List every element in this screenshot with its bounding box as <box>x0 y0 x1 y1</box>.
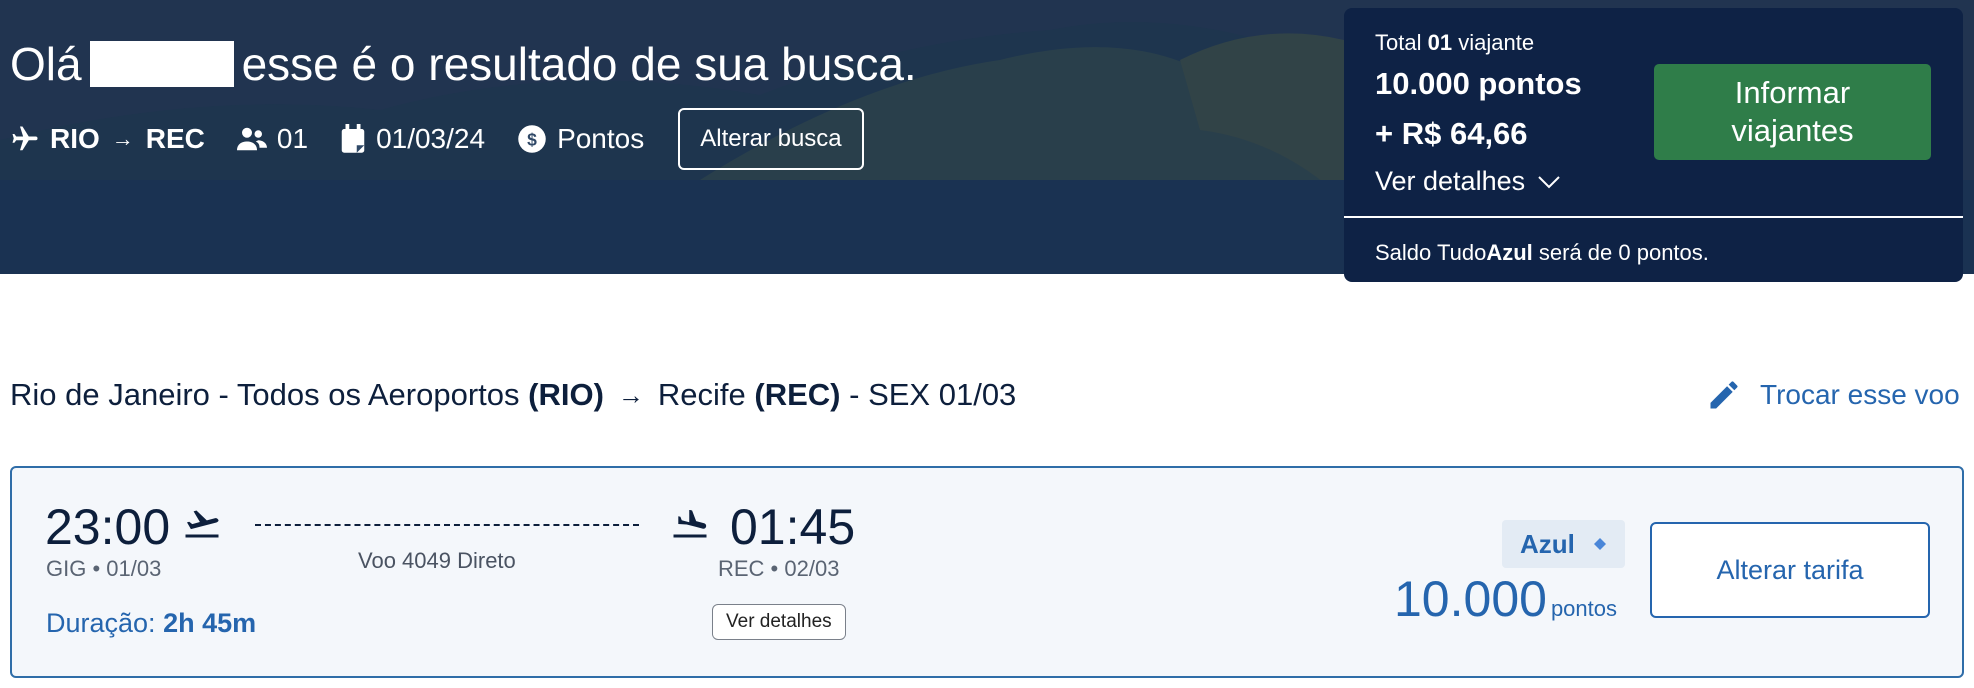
total-points: 10.000 pontos <box>1375 66 1582 101</box>
origin-code: RIO <box>50 123 100 154</box>
flight-duration: Duração: 2h 45m <box>46 608 256 639</box>
dollar-coin-icon: $ <box>518 125 546 153</box>
takeoff-icon <box>185 510 219 538</box>
arrival-info: REC • 02/03 <box>718 556 840 581</box>
payment-chip: $ Pontos <box>517 123 644 155</box>
saldo-brand: Azul <box>1486 240 1533 265</box>
users-icon <box>236 127 267 151</box>
flight-path-line <box>255 524 639 526</box>
fare-brand-badge: Azul <box>1502 520 1625 568</box>
flight-card: 23:00 GIG • 01/03 Voo 4049 Direto 01:45 … <box>10 466 1964 678</box>
pencil-icon <box>1710 381 1738 409</box>
saldo-suffix: será de 0 pontos. <box>1538 240 1709 265</box>
payment-type: Pontos <box>557 123 645 154</box>
flight-number: Voo 4049 Direto <box>358 548 516 573</box>
arrow-right-icon: → <box>617 379 644 410</box>
price-unit: pontos <box>1550 596 1617 621</box>
swap-flight-link[interactable]: Trocar esse voo <box>1706 372 1960 418</box>
cta-label-line2: viajantes <box>1731 113 1854 148</box>
calendar-icon <box>341 124 365 153</box>
greeting-suffix: esse é o resultado de sua busca. <box>241 38 917 90</box>
booking-summary-panel: Total 01 viajante 10.000 pontos + R$ 64,… <box>1344 8 1963 282</box>
total-money: + R$ 64,66 <box>1375 116 1528 151</box>
saldo-prefix: Saldo Tudo <box>1375 240 1487 265</box>
greeting-heading: Olá esse é o resultado de sua busca. <box>10 36 917 92</box>
plane-icon <box>12 126 38 151</box>
route-destination-code: (REC) <box>754 377 841 412</box>
departure-time: 23:00 <box>45 499 171 555</box>
duration-label: Duração: <box>46 608 156 638</box>
swap-flight-label: Trocar esse voo <box>1760 379 1960 410</box>
total-unit: viajante <box>1458 30 1535 55</box>
alter-search-button[interactable]: Alterar busca <box>678 108 864 170</box>
total-travelers: Total 01 viajante <box>1375 30 1534 56</box>
route-chip: RIO → REC <box>10 123 205 155</box>
passenger-count: 01 <box>276 123 309 154</box>
arrival-time: 01:45 <box>730 499 856 555</box>
search-summary: RIO → REC 01 01/03/24 $ Pontos Alterar b… <box>10 108 864 170</box>
route-origin-code: (RIO) <box>528 377 604 412</box>
panel-details-toggle[interactable]: Ver detalhes <box>1375 166 1561 197</box>
inform-travelers-button[interactable]: Informar viajantes <box>1654 64 1931 160</box>
travel-date: 01/03/24 <box>376 123 486 154</box>
route-destination-city: Recife <box>657 377 746 412</box>
panel-details-label: Ver detalhes <box>1375 166 1526 196</box>
destination-code: REC <box>145 123 205 154</box>
chevron-down-icon <box>1538 175 1560 188</box>
diamond-icon <box>1593 538 1606 550</box>
greeting-prefix: Olá <box>10 38 82 90</box>
route-heading: Rio de Janeiro - Todos os Aeroportos (RI… <box>10 372 1016 418</box>
route-origin-city: Rio de Janeiro - Todos os Aeroportos <box>10 377 520 412</box>
duration-value: 2h 45m <box>163 608 257 638</box>
passengers-chip: 01 <box>236 123 309 155</box>
price-value: 10.000 <box>1394 571 1547 627</box>
fare-brand-label: Azul <box>1520 528 1575 559</box>
date-chip: 01/03/24 <box>340 123 485 155</box>
cta-label-line1: Informar <box>1734 75 1851 110</box>
departure-info: GIG • 01/03 <box>46 556 162 581</box>
total-count: 01 <box>1427 30 1453 55</box>
svg-text:$: $ <box>527 129 537 149</box>
flight-details-button[interactable]: Ver detalhes <box>712 604 846 640</box>
alter-fare-button[interactable]: Alterar tarifa <box>1650 522 1930 618</box>
points-balance-note: Saldo TudoAzul será de 0 pontos. <box>1375 240 1709 266</box>
fare-price: 10.000 pontos <box>1394 570 1617 628</box>
landing-icon <box>673 510 707 538</box>
panel-divider <box>1344 216 1963 218</box>
user-name-redacted <box>89 41 234 87</box>
route-date: - SEX 01/03 <box>849 377 1017 412</box>
arrow-right-icon: → <box>111 126 134 151</box>
total-label: Total <box>1375 30 1422 55</box>
